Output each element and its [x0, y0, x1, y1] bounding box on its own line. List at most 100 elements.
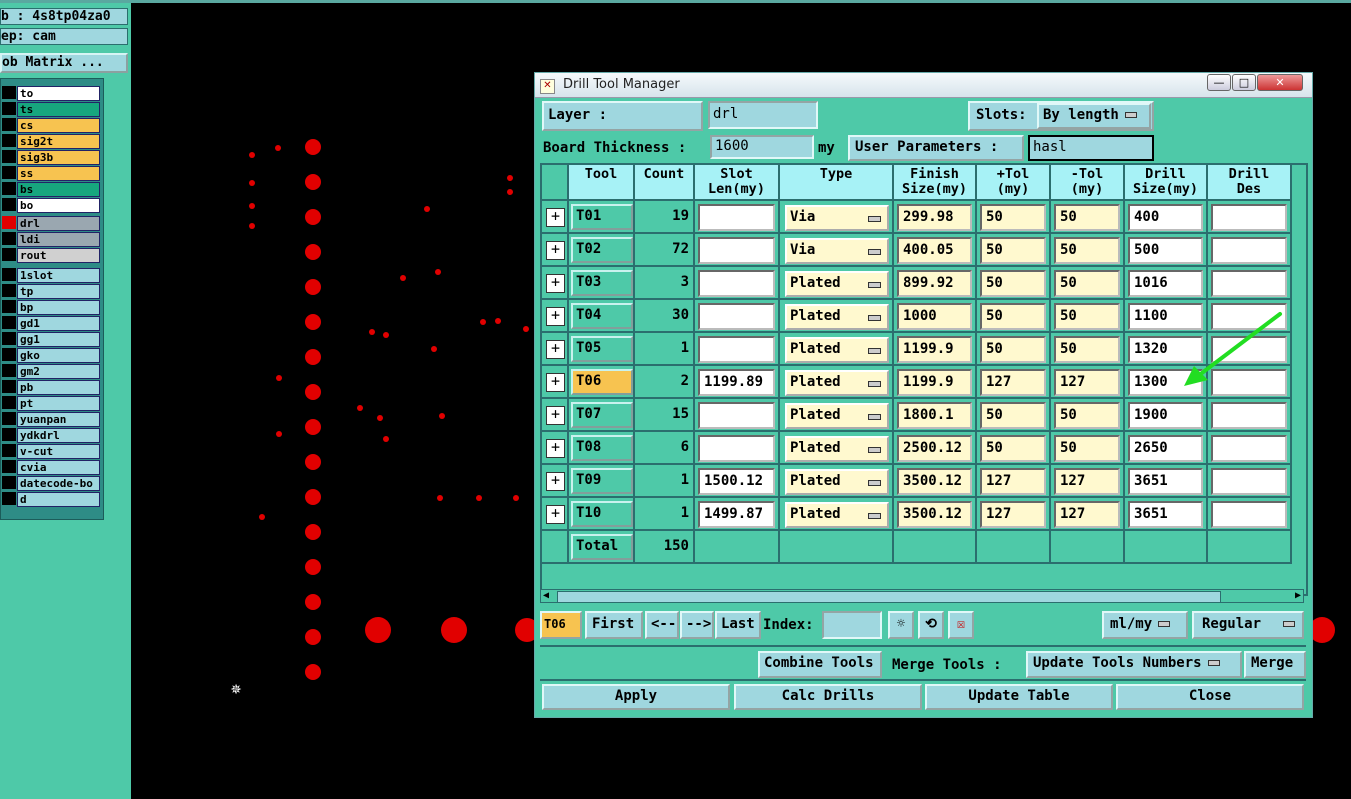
layer-item[interactable]: yuanpan	[17, 412, 100, 427]
maximize-button[interactable]: □	[1232, 74, 1256, 91]
field-drill-des[interactable]	[1211, 270, 1287, 297]
layer-item[interactable]: bs	[17, 182, 100, 197]
field-plus-tol[interactable]: 50	[980, 336, 1046, 363]
layer-item[interactable]: ldi	[17, 232, 100, 247]
type-dropdown[interactable]: Via	[785, 238, 889, 264]
field-drill-des[interactable]	[1211, 468, 1287, 495]
layer-item[interactable]: 1slot	[17, 268, 100, 283]
layer-item[interactable]: ts	[17, 102, 100, 117]
tool-button[interactable]: T09	[571, 468, 633, 494]
field-slot-len[interactable]	[698, 270, 775, 297]
type-dropdown[interactable]: Via	[785, 205, 889, 231]
field-plus-tol[interactable]: 50	[980, 237, 1046, 264]
field-slot-len[interactable]	[698, 204, 775, 231]
layer-item[interactable]: datecode-bo	[17, 476, 100, 491]
minimize-button[interactable]: —	[1207, 74, 1231, 91]
field-plus-tol[interactable]: 50	[980, 303, 1046, 330]
field-drill-des[interactable]	[1211, 204, 1287, 231]
type-dropdown[interactable]: Plated	[785, 403, 889, 429]
type-dropdown[interactable]: Plated	[785, 436, 889, 462]
tool-button[interactable]: T10	[571, 501, 633, 527]
field-drill-size[interactable]: 500	[1128, 237, 1203, 264]
layer-item[interactable]: sig2t	[17, 134, 100, 149]
update-table-button[interactable]: Update Table	[925, 684, 1113, 710]
layer-item[interactable]: tp	[17, 284, 100, 299]
layer-item[interactable]: cvia	[17, 460, 100, 475]
layer-item[interactable]: ydkdrl	[17, 428, 100, 443]
expand-icon[interactable]: +	[546, 373, 565, 392]
scroll-thumb[interactable]	[557, 591, 1221, 603]
bulb-icon[interactable]: ☼	[888, 611, 914, 639]
field-slot-len[interactable]: 1199.89	[698, 369, 775, 396]
tool-button[interactable]: T06	[571, 369, 633, 395]
field-drill-size[interactable]: 400	[1128, 204, 1203, 231]
field-drill-des[interactable]	[1211, 435, 1287, 462]
field-minus-tol[interactable]: 50	[1054, 402, 1120, 429]
type-dropdown[interactable]: Plated	[785, 469, 889, 495]
layer-item[interactable]: pb	[17, 380, 100, 395]
field-minus-tol[interactable]: 50	[1054, 204, 1120, 231]
field-minus-tol[interactable]: 127	[1054, 468, 1120, 495]
step-field[interactable]: ep: cam	[0, 28, 128, 45]
type-dropdown[interactable]: Plated	[785, 271, 889, 297]
layer-item[interactable]: d	[17, 492, 100, 507]
field-slot-len[interactable]	[698, 435, 775, 462]
type-dropdown[interactable]: Plated	[785, 304, 889, 330]
field-plus-tol[interactable]: 127	[980, 369, 1046, 396]
mode-dropdown[interactable]: Regular	[1192, 611, 1304, 639]
layer-item[interactable]: gg1	[17, 332, 100, 347]
field-drill-size[interactable]: 1900	[1128, 402, 1203, 429]
type-dropdown[interactable]: Plated	[785, 502, 889, 528]
layer-item[interactable]: sig3b	[17, 150, 100, 165]
field-minus-tol[interactable]: 127	[1054, 369, 1120, 396]
field-minus-tol[interactable]: 50	[1054, 303, 1120, 330]
expand-icon[interactable]: +	[546, 505, 565, 524]
layer-item[interactable]: bo	[17, 198, 100, 213]
field-minus-tol[interactable]: 127	[1054, 501, 1120, 528]
expand-icon[interactable]: +	[546, 406, 565, 425]
field-slot-len[interactable]	[698, 303, 775, 330]
swap-icon[interactable]: ⟲	[918, 611, 944, 639]
calc-drills-button[interactable]: Calc Drills	[734, 684, 922, 710]
field-plus-tol[interactable]: 50	[980, 204, 1046, 231]
slots-dropdown[interactable]: By length	[1037, 103, 1151, 129]
prev-button[interactable]: <--	[645, 611, 679, 639]
layer-item[interactable]: ss	[17, 166, 100, 181]
delete-icon[interactable]: ☒	[948, 611, 974, 639]
combine-tools-button[interactable]: Combine Tools	[758, 651, 882, 678]
field-minus-tol[interactable]: 50	[1054, 435, 1120, 462]
user-parameters-field[interactable]: hasl	[1028, 135, 1154, 161]
field-slot-len[interactable]	[698, 402, 775, 429]
merge-button[interactable]: Merge	[1244, 651, 1306, 678]
field-drill-size[interactable]: 2650	[1128, 435, 1203, 462]
tool-button[interactable]: T05	[571, 336, 633, 362]
field-finish-size[interactable]: 299.98	[897, 204, 972, 231]
layer-item[interactable]: v-cut	[17, 444, 100, 459]
field-drill-size[interactable]: 3651	[1128, 501, 1203, 528]
close-window-button[interactable]: ✕	[1257, 74, 1303, 91]
layer-item[interactable]: gko	[17, 348, 100, 363]
field-drill-des[interactable]	[1211, 237, 1287, 264]
type-dropdown[interactable]: Plated	[785, 337, 889, 363]
field-finish-size[interactable]: 3500.12	[897, 501, 972, 528]
expand-icon[interactable]: +	[546, 208, 565, 227]
field-finish-size[interactable]: 1800.1	[897, 402, 972, 429]
index-field[interactable]	[822, 611, 882, 639]
next-button[interactable]: -->	[680, 611, 714, 639]
last-button[interactable]: Last	[715, 611, 761, 639]
board-thickness-field[interactable]: 1600	[710, 135, 814, 159]
expand-icon[interactable]: +	[546, 439, 565, 458]
field-minus-tol[interactable]: 50	[1054, 336, 1120, 363]
layer-item[interactable]: to	[17, 86, 100, 101]
tool-button[interactable]: T08	[571, 435, 633, 461]
field-slot-len[interactable]	[698, 237, 775, 264]
scroll-left-icon[interactable]: ◀	[543, 591, 549, 601]
units-dropdown[interactable]: ml/my	[1102, 611, 1188, 639]
field-minus-tol[interactable]: 50	[1054, 270, 1120, 297]
first-button[interactable]: First	[585, 611, 643, 639]
tool-button[interactable]: T01	[571, 204, 633, 230]
job-field[interactable]: b : 4s8tp04za0	[0, 8, 128, 25]
layer-item[interactable]: drl	[17, 216, 100, 231]
tool-button[interactable]: T04	[571, 303, 633, 329]
tool-button[interactable]: T07	[571, 402, 633, 428]
